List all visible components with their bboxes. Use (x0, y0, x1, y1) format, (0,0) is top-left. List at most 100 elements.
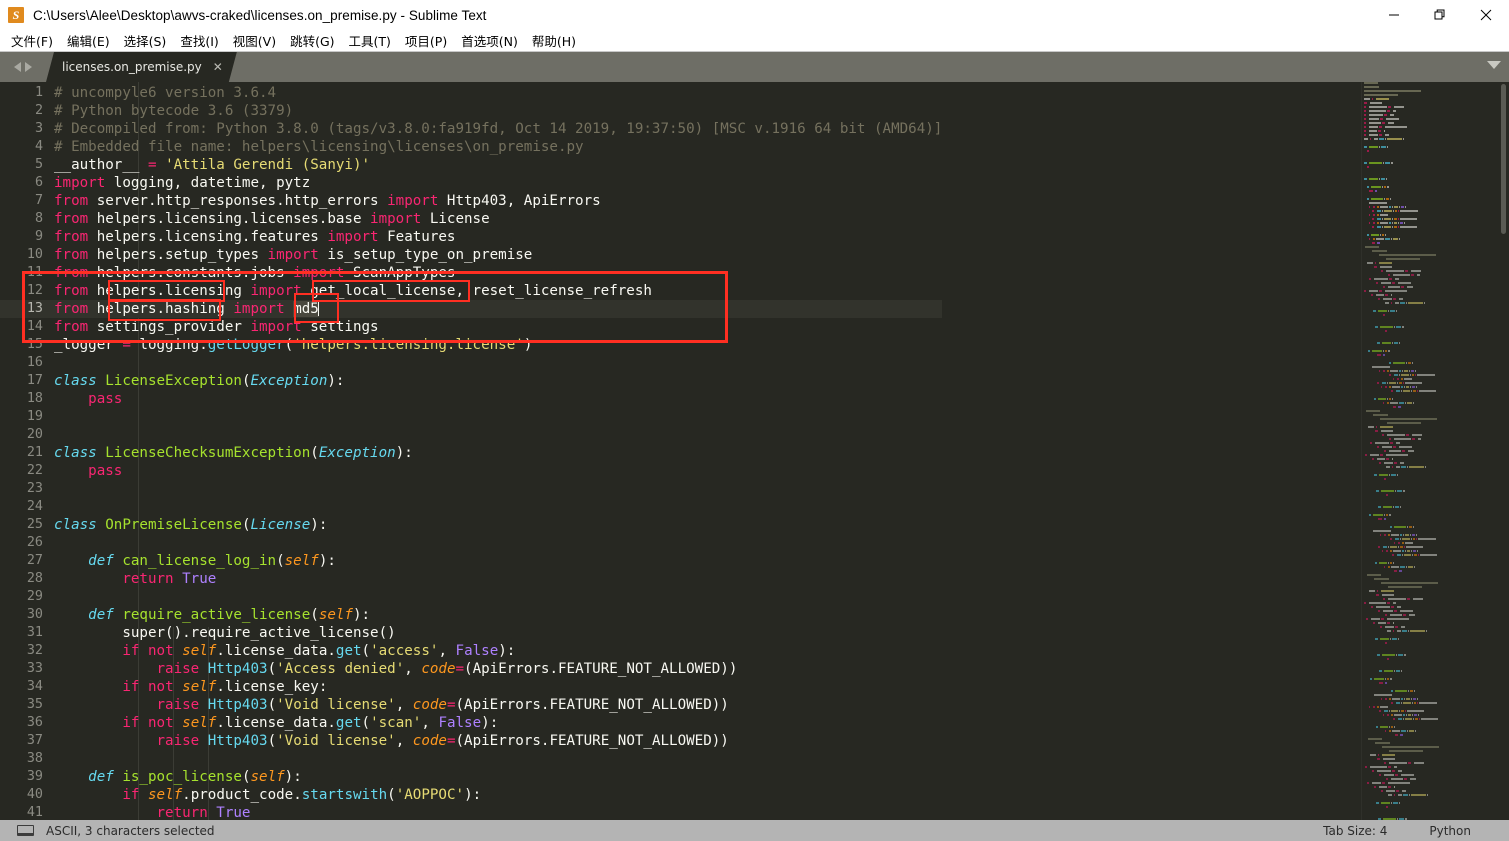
code-line[interactable]: 27 def can_license_log_in(self): (0, 552, 942, 570)
code-line[interactable]: 31 super().require_active_license() (0, 624, 942, 642)
code-line[interactable]: 37 raise Http403('Void license', code=(A… (0, 732, 942, 750)
status-tab-size[interactable]: Tab Size: 4 (1323, 824, 1387, 838)
minimap-row (1362, 278, 1509, 281)
menu-goto[interactable]: 跳转(G) (283, 29, 341, 53)
menu-help[interactable]: 帮助(H) (525, 29, 583, 53)
minimap-row (1362, 374, 1509, 377)
tab-close-icon[interactable]: ✕ (213, 61, 223, 73)
code-line[interactable]: 32 if not self.license_data.get('access'… (0, 642, 942, 660)
code-line[interactable]: 22 pass (0, 462, 942, 480)
minimap-row (1362, 630, 1509, 633)
tab-nav-arrows[interactable] (0, 52, 46, 82)
minimap-row (1362, 806, 1509, 809)
code-line[interactable]: 26 (0, 534, 942, 552)
minimap-row (1362, 330, 1509, 333)
nav-back-icon[interactable] (14, 62, 21, 72)
code-text: # Embedded file name: helpers\licensing\… (54, 139, 584, 155)
code-line[interactable]: 16 (0, 354, 942, 372)
minimap-row (1362, 702, 1509, 705)
code-line[interactable]: 34 if not self.license_key: (0, 678, 942, 696)
tab-overflow-chevron-down-icon[interactable] (1487, 61, 1501, 69)
code-line[interactable]: 13 from helpers.hashing import md5 (0, 300, 943, 318)
code-text: from helpers.licensing import get_local_… (54, 283, 652, 299)
minimap-row (1362, 82, 1509, 85)
text-caret (317, 301, 319, 316)
minimap-row (1362, 318, 1509, 321)
code-line[interactable]: 11 from helpers.constants.jobs import Sca… (0, 264, 942, 282)
code-line[interactable]: 29 (0, 588, 942, 606)
code-text: # uncompyle6 version 3.6.4 (54, 85, 277, 101)
minimap-row (1362, 222, 1509, 225)
nav-forward-icon[interactable] (25, 62, 32, 72)
line-number: 36 (26, 715, 43, 730)
line-number: 24 (26, 499, 43, 514)
minimap-row (1362, 270, 1509, 273)
code-text: # Python bytecode 3.6 (3379) (54, 103, 294, 119)
close-icon[interactable] (1463, 0, 1509, 30)
minimap-row (1362, 714, 1509, 717)
code-line[interactable]: 8 from helpers.licensing.licenses.base im… (0, 210, 942, 228)
minimap-row (1362, 250, 1509, 253)
code-line[interactable]: 23 (0, 480, 942, 498)
restore-icon[interactable] (1417, 0, 1463, 30)
code-line[interactable]: 14 from settings_provider import settings (0, 318, 942, 336)
code-line[interactable]: 6 import logging, datetime, pytz (0, 174, 942, 192)
code-line[interactable]: 2 # Python bytecode 3.6 (3379) (0, 102, 942, 120)
minimap-row (1362, 514, 1509, 517)
menu-view[interactable]: 视图(V) (226, 29, 283, 53)
code-line[interactable]: 41 return True (0, 804, 942, 820)
selected-text[interactable]: md5 (293, 301, 319, 317)
code-line[interactable]: 35 raise Http403('Void license', code=(A… (0, 696, 942, 714)
code-line[interactable]: 38 (0, 750, 942, 768)
line-number: 11 (26, 265, 43, 280)
code-line[interactable]: 40 if self.product_code.startswith('AOPP… (0, 786, 942, 804)
menu-edit[interactable]: 编辑(E) (60, 29, 117, 53)
code-line[interactable]: 28 return True (0, 570, 942, 588)
minimap-row (1362, 186, 1509, 189)
menu-find[interactable]: 查找(I) (173, 29, 225, 53)
minimize-icon[interactable] (1371, 0, 1417, 30)
code-line[interactable]: 21 class LicenseChecksumException(Excepti… (0, 444, 942, 462)
code-line[interactable]: 15 _logger = logging.getLogger('helpers.l… (0, 336, 942, 354)
minimap-row (1362, 494, 1509, 497)
code-line[interactable]: 5 __author__ = 'Attila Gerendi (Sanyi)' (0, 156, 942, 174)
code-line[interactable]: 20 (0, 426, 942, 444)
code-text: from helpers.setup_types import is_setup… (54, 247, 533, 263)
code-line[interactable]: 12 from helpers.licensing import get_loca… (0, 282, 942, 300)
code-line[interactable]: 17 class LicenseException(Exception): (0, 372, 942, 390)
minimap-row (1362, 582, 1509, 585)
minimap-row (1362, 798, 1509, 801)
code-line[interactable]: 18 pass (0, 390, 942, 408)
code-line[interactable]: 36 if not self.license_data.get('scan', … (0, 714, 942, 732)
code-line[interactable]: 33 raise Http403('Access denied', code=(… (0, 660, 942, 678)
code-line[interactable]: 1 # uncompyle6 version 3.6.4 (0, 84, 942, 102)
code-line[interactable]: 4 # Embedded file name: helpers\licensing… (0, 138, 942, 156)
menu-tools[interactable]: 工具(T) (342, 29, 398, 53)
menu-project[interactable]: 项目(P) (398, 29, 454, 53)
code-text: from settings_provider import settings (54, 319, 379, 335)
menu-file[interactable]: 文件(F) (4, 29, 60, 53)
code-text: class OnPremiseLicense(License): (54, 517, 328, 533)
minimap-scroll-indicator[interactable] (1501, 84, 1506, 234)
code-pane[interactable]: 1 # uncompyle6 version 3.6.4 2 # Python byt… (0, 82, 1361, 820)
code-line[interactable]: 10 from helpers.setup_types import is_set… (0, 246, 942, 264)
menu-selection[interactable]: 选择(S) (117, 29, 174, 53)
code-line[interactable]: 3 # Decompiled from: Python 3.8.0 (tags/v… (0, 120, 942, 138)
minimap-row (1362, 90, 1509, 93)
code-line[interactable]: 24 (0, 498, 942, 516)
code-line[interactable]: 25 class OnPremiseLicense(License): (0, 516, 942, 534)
line-number: 30 (26, 607, 43, 622)
line-number: 2 (34, 103, 43, 118)
menu-preferences[interactable]: 首选项(N) (454, 29, 525, 53)
code-line[interactable]: 9 from helpers.licensing.features import … (0, 228, 942, 246)
status-syntax[interactable]: Python (1429, 824, 1471, 838)
minimap[interactable] (1361, 82, 1509, 820)
tab-licenses-on-premise[interactable]: licenses.on_premise.py ✕ (46, 52, 237, 82)
code-line[interactable]: 39 def is_poc_license(self): (0, 768, 942, 786)
code-line[interactable]: 19 (0, 408, 942, 426)
code-line[interactable]: 7 from server.http_responses.http_errors … (0, 192, 942, 210)
code-line[interactable]: 30 def require_active_license(self): (0, 606, 942, 624)
minimap-row (1362, 598, 1509, 601)
code-text: raise Http403('Access denied', code=(Api… (156, 661, 738, 677)
code-text: if not self.license_data.get('access', F… (122, 643, 516, 659)
